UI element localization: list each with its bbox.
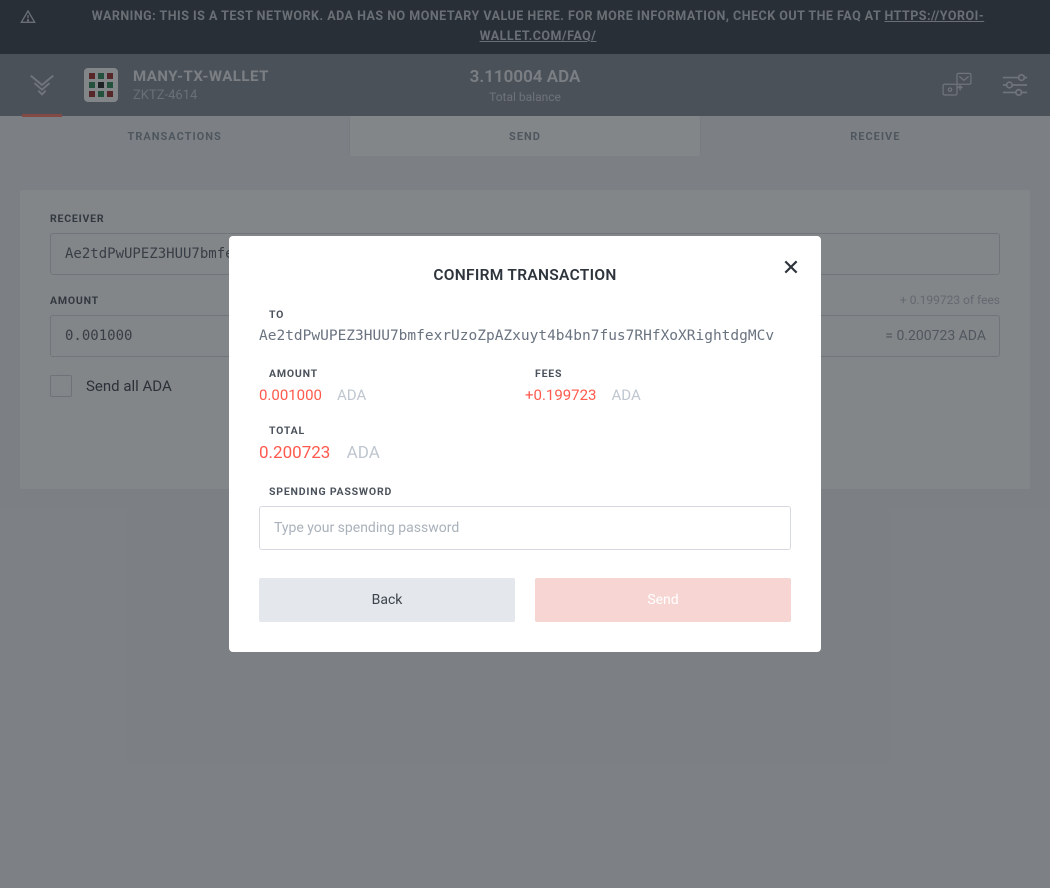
modal-fees-unit: ADA (612, 386, 641, 404)
modal-amount-value: 0.001000 (259, 386, 322, 404)
spending-password-label: SPENDING PASSWORD (269, 485, 791, 498)
modal-amount-unit: ADA (337, 386, 366, 404)
to-address: Ae2tdPwUPEZ3HUU7bmfexrUzoZpAZxuyt4b4bn7f… (259, 327, 791, 347)
to-label: TO (269, 308, 791, 321)
modal-title: CONFIRM TRANSACTION (259, 266, 791, 284)
modal-fees-label: FEES (535, 367, 791, 380)
modal-total-unit: ADA (347, 443, 380, 463)
modal-total-value: 0.200723 (259, 443, 330, 463)
modal-amount-label: AMOUNT (269, 367, 525, 380)
back-button[interactable]: Back (259, 578, 515, 622)
close-icon[interactable]: ✕ (779, 256, 803, 280)
spending-password-input[interactable] (259, 506, 791, 550)
send-button[interactable]: Send (535, 578, 791, 622)
modal-overlay: CONFIRM TRANSACTION ✕ TO Ae2tdPwUPEZ3HUU… (0, 0, 1050, 888)
modal-fees-value: +0.199723 (525, 386, 596, 404)
modal-total-label: TOTAL (269, 424, 791, 437)
confirm-transaction-modal: CONFIRM TRANSACTION ✕ TO Ae2tdPwUPEZ3HUU… (229, 236, 821, 652)
